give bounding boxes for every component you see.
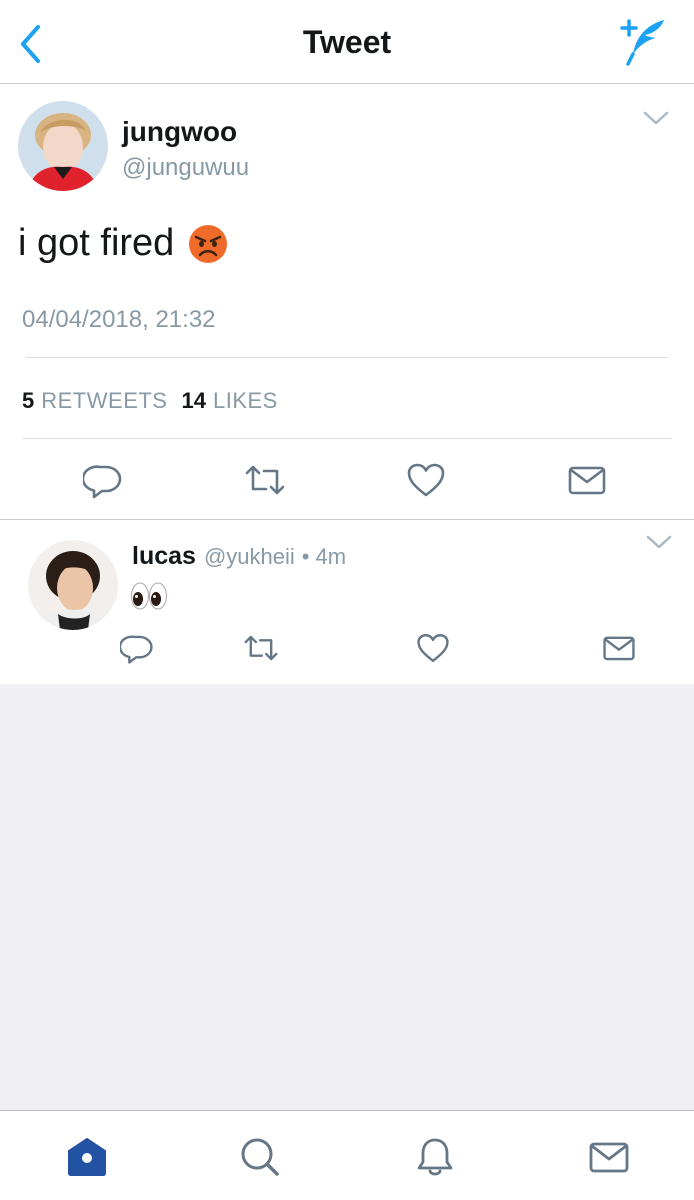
page-title: Tweet — [302, 24, 392, 60]
home-icon — [68, 1138, 106, 1176]
like-button[interactable] — [402, 456, 450, 504]
heart-icon — [417, 634, 449, 662]
retweet-icon — [245, 465, 285, 495]
divider — [22, 438, 672, 439]
compose-tweet-button[interactable] — [614, 18, 672, 66]
avatar[interactable] — [18, 101, 108, 191]
tweet-text-content: i got fired — [18, 222, 175, 264]
tab-search[interactable] — [232, 1129, 288, 1185]
reply-icon — [120, 635, 153, 664]
direct-message-button[interactable] — [563, 456, 611, 504]
main-tweet: jungwoo @junguwuu i got fired 04/04/2018… — [0, 84, 694, 520]
tweet-stats: 5 RETWEETS 14 LIKES — [22, 388, 278, 414]
tab-home[interactable] — [59, 1129, 115, 1185]
retweet-count[interactable]: 5 — [22, 388, 34, 414]
chevron-down-icon — [643, 111, 669, 125]
navigation-bar: Tweet — [0, 0, 694, 84]
reply-text — [130, 580, 168, 612]
tab-notifications[interactable] — [407, 1129, 463, 1185]
user-handle[interactable]: @junguwuu — [122, 154, 249, 182]
mail-icon — [589, 1142, 629, 1173]
mail-icon — [568, 466, 606, 495]
like-label[interactable]: LIKES — [213, 388, 278, 414]
tab-messages[interactable] — [581, 1129, 637, 1185]
search-icon — [241, 1138, 279, 1176]
tweet-options-button[interactable] — [642, 108, 670, 128]
reply-button[interactable] — [117, 628, 157, 668]
reply-header: lucas @yukheii • 4m — [132, 542, 346, 571]
avatar[interactable] — [28, 540, 118, 630]
reply-time: 4m — [315, 544, 347, 569]
retweet-label[interactable]: RETWEETS — [41, 388, 167, 414]
reply-tweet[interactable]: lucas @yukheii • 4m — [0, 520, 694, 684]
reply-button[interactable] — [79, 456, 127, 504]
direct-message-button[interactable] — [599, 628, 639, 668]
angry-face-emoji — [188, 224, 228, 264]
eyes-emoji — [131, 582, 167, 610]
retweet-button[interactable] — [241, 628, 281, 668]
separator-dot: • — [301, 544, 310, 569]
like-button[interactable] — [413, 628, 453, 668]
tweet-options-button[interactable] — [645, 532, 673, 552]
mail-icon — [603, 636, 635, 661]
display-name[interactable]: jungwoo — [122, 116, 237, 148]
compose-tweet-icon — [620, 19, 664, 66]
bell-icon — [417, 1138, 453, 1176]
profile-photo — [18, 101, 108, 191]
profile-photo — [28, 540, 118, 630]
reply-icon — [83, 465, 122, 499]
tweet-text: i got fired — [18, 222, 228, 265]
tab-bar — [0, 1110, 694, 1200]
retweet-icon — [244, 635, 278, 661]
empty-timeline-area — [0, 684, 694, 1110]
display-name[interactable]: lucas — [132, 542, 196, 571]
heart-icon — [407, 463, 445, 497]
chevron-down-icon — [646, 535, 672, 549]
retweet-button[interactable] — [241, 456, 289, 504]
divider — [26, 357, 668, 358]
user-handle[interactable]: @yukheii — [204, 544, 295, 570]
tweet-timestamp: 04/04/2018, 21:32 — [22, 306, 216, 333]
like-count[interactable]: 14 — [181, 388, 205, 414]
